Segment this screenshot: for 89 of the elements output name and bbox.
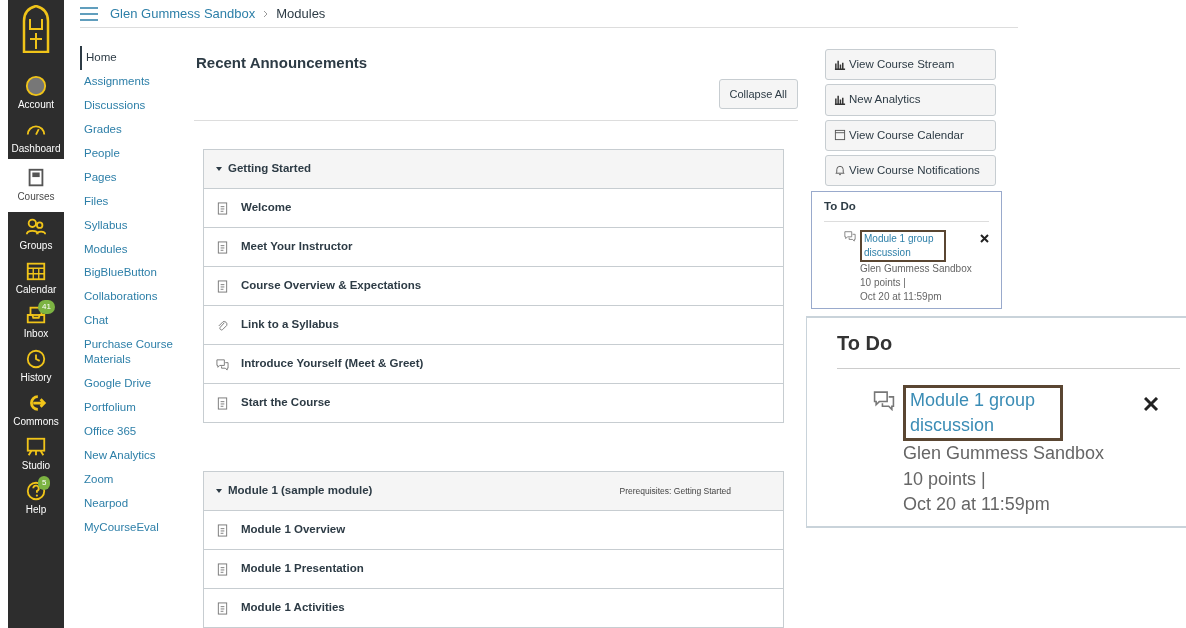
logo-icon xyxy=(21,5,51,53)
module-item[interactable]: Link to a Syllabus xyxy=(204,306,783,345)
course-nav-link[interactable]: Files xyxy=(80,189,190,214)
question-icon xyxy=(25,480,47,502)
sidebar-button[interactable]: View Course Calendar xyxy=(825,119,996,151)
course-nav-link[interactable]: Discussions xyxy=(80,93,190,118)
document-icon xyxy=(216,396,229,410)
points-label: 10 points | xyxy=(903,467,987,491)
nav-item[interactable]: Help 5 xyxy=(8,476,64,520)
sidebar-button[interactable]: New Analytics xyxy=(825,84,996,116)
module-item[interactable]: Start the Course xyxy=(204,384,783,423)
document-icon xyxy=(216,562,229,576)
menu-icon[interactable] xyxy=(80,6,98,21)
count-badge: 5 xyxy=(38,476,51,490)
nav-item[interactable]: Inbox 41 xyxy=(8,300,64,344)
todo-link[interactable]: Module 1 group discussion xyxy=(903,385,1063,442)
module-item[interactable]: Module 1 Activities xyxy=(204,589,783,628)
nav-item[interactable]: Groups xyxy=(8,212,64,256)
module-item[interactable]: Module 1 Presentation xyxy=(204,550,783,589)
course-nav-link[interactable]: Assignments xyxy=(80,69,190,94)
course-nav-link[interactable]: BigBlueButton xyxy=(80,261,190,286)
course-nav-link[interactable]: MyCourseEval xyxy=(80,515,190,540)
course-nav-link[interactable]: Zoom xyxy=(80,467,190,492)
course-nav-link[interactable]: Nearpod xyxy=(80,491,190,516)
document-icon xyxy=(216,240,229,254)
sidebar-button[interactable]: View Course Stream xyxy=(825,49,996,81)
document-icon xyxy=(216,279,229,293)
course-nav-link[interactable]: Chat xyxy=(80,309,190,334)
course-name: Glen Gummess Sandbox xyxy=(860,262,972,277)
bar-chart-icon xyxy=(834,93,846,106)
nav-item[interactable]: Calendar xyxy=(8,256,64,300)
nav-item[interactable]: Courses xyxy=(8,159,64,212)
module-item[interactable]: Module 1 Overview xyxy=(204,511,783,550)
calendar-icon xyxy=(25,260,47,282)
caret-icon[interactable] xyxy=(216,167,222,171)
course-nav-link[interactable]: New Analytics xyxy=(80,443,190,468)
module-title: Module 1 (sample module) xyxy=(228,483,373,499)
document-icon xyxy=(216,201,229,215)
bell-icon xyxy=(834,164,846,177)
course-name: Glen Gummess Sandbox xyxy=(903,442,1105,466)
nav-item[interactable]: Commons xyxy=(8,388,64,432)
count-badge: 41 xyxy=(38,300,55,314)
nav-item[interactable]: Account xyxy=(8,71,64,115)
course-nav-link[interactable]: Syllabus xyxy=(80,213,190,238)
avatar-icon xyxy=(25,75,47,97)
screen-icon xyxy=(25,436,47,458)
module-header[interactable]: Getting Started xyxy=(204,150,783,189)
todo-link[interactable]: Module 1 group discussion xyxy=(860,230,946,263)
points-label: 10 points | xyxy=(860,276,907,291)
section-heading: Recent Announcements xyxy=(196,53,369,73)
prerequisites-label: Prerequisites: Getting Started xyxy=(619,484,731,498)
course-nav-link[interactable]: Pages xyxy=(80,165,190,190)
nav-item[interactable]: Dashboard xyxy=(8,115,64,159)
module-item[interactable]: Meet Your Instructor xyxy=(204,228,783,267)
speech-bubbles-icon xyxy=(216,357,229,371)
document-icon xyxy=(216,601,229,615)
module-item[interactable]: Course Overview & Expectations xyxy=(204,267,783,306)
speech-bubbles-icon xyxy=(844,230,856,243)
paperclip-icon xyxy=(216,318,229,332)
module-header[interactable]: Module 1 (sample module) Prerequisites: Getting Started xyxy=(204,472,783,511)
course-nav-link[interactable]: Home xyxy=(80,46,190,70)
chevron-icon xyxy=(263,9,269,18)
module-item[interactable]: Welcome xyxy=(204,189,783,228)
todo-heading: To Do xyxy=(837,328,1180,369)
course-nav-link[interactable]: Collaborations xyxy=(80,285,190,310)
course-nav-link[interactable]: Portfolium xyxy=(80,396,190,420)
collapse-all-button[interactable]: Collapse All xyxy=(718,78,798,109)
due-date: Oct 20 at 11:59pm xyxy=(903,492,1051,516)
course-nav-link[interactable]: People xyxy=(80,141,190,166)
nav-item[interactable]: History xyxy=(8,344,64,388)
bar-chart-icon xyxy=(834,58,846,71)
course-nav-link[interactable]: Google Drive xyxy=(80,372,190,397)
sidebar-button[interactable]: View Course Notifications xyxy=(825,154,996,186)
module-item[interactable]: Introduce Yourself (Meet & Greet) xyxy=(204,345,783,384)
course-nav-link[interactable]: Modules xyxy=(80,237,190,262)
calendar-icon xyxy=(834,129,846,142)
due-date: Oct 20 at 11:59pm xyxy=(860,290,943,305)
todo-heading: To Do xyxy=(824,198,989,223)
clock-icon xyxy=(25,348,47,370)
document-icon xyxy=(216,523,229,537)
course-nav-link[interactable]: Office 365 xyxy=(80,420,190,444)
caret-icon[interactable] xyxy=(216,489,222,493)
breadcrumb-link[interactable]: Glen Gummess Sandbox xyxy=(110,3,256,24)
module-title: Getting Started xyxy=(228,161,312,177)
course-nav-link[interactable]: Grades xyxy=(80,117,190,142)
close-icon[interactable] xyxy=(980,234,989,244)
breadcrumb-current: Modules xyxy=(276,4,326,23)
nav-item[interactable]: Studio xyxy=(8,432,64,476)
course-nav-link[interactable]: Purchase Course Materials xyxy=(80,333,190,373)
